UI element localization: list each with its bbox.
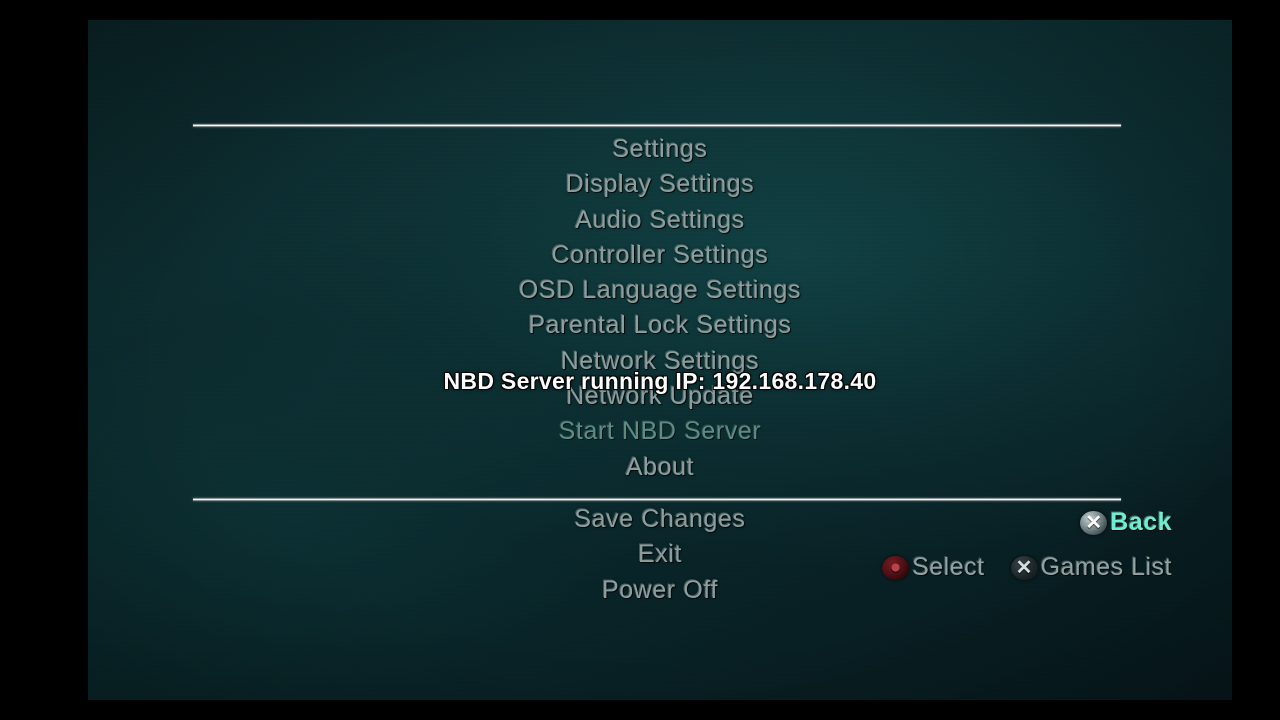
menu-bottom-divider [193,498,1121,501]
button-hint-bar: ✕ Back ● Select ✕ Games List [856,508,1172,582]
menu-item-network-settings[interactable]: Network Settings [88,344,1232,379]
circle-button-icon: ● [882,555,910,580]
menu-item-network-update[interactable]: Network Update [88,379,1232,414]
hint-games-list[interactable]: ✕ Games List [1010,553,1172,582]
menu-item-audio-settings[interactable]: Audio Settings [88,203,1232,238]
hint-row-secondary: ● Select ✕ Games List [856,553,1172,582]
menu-item-osd-language-settings[interactable]: OSD Language Settings [88,273,1232,308]
hint-row-primary: ✕ Back [856,508,1172,537]
hint-back[interactable]: ✕ Back [1080,508,1172,537]
cross-button-icon: ✕ [1010,555,1038,580]
menu-item-start-nbd-server[interactable]: Start NBD Server [88,414,1232,449]
cross-button-icon: ✕ [1080,510,1108,535]
hint-back-label: Back [1110,508,1172,536]
hint-select-label: Select [912,553,985,581]
menu-item-settings[interactable]: Settings [88,132,1232,167]
menu-item-display-settings[interactable]: Display Settings [88,167,1232,202]
hint-games-list-label: Games List [1040,553,1172,581]
menu-top-divider [193,124,1121,127]
menu-item-controller-settings[interactable]: Controller Settings [88,238,1232,273]
hint-select[interactable]: ● Select [882,553,984,582]
menu-item-parental-lock-settings[interactable]: Parental Lock Settings [88,308,1232,343]
ps2-osd-screen: Settings Display Settings Audio Settings… [0,0,1280,720]
menu-item-about[interactable]: About [88,450,1232,485]
osd-viewport: Settings Display Settings Audio Settings… [88,20,1232,700]
